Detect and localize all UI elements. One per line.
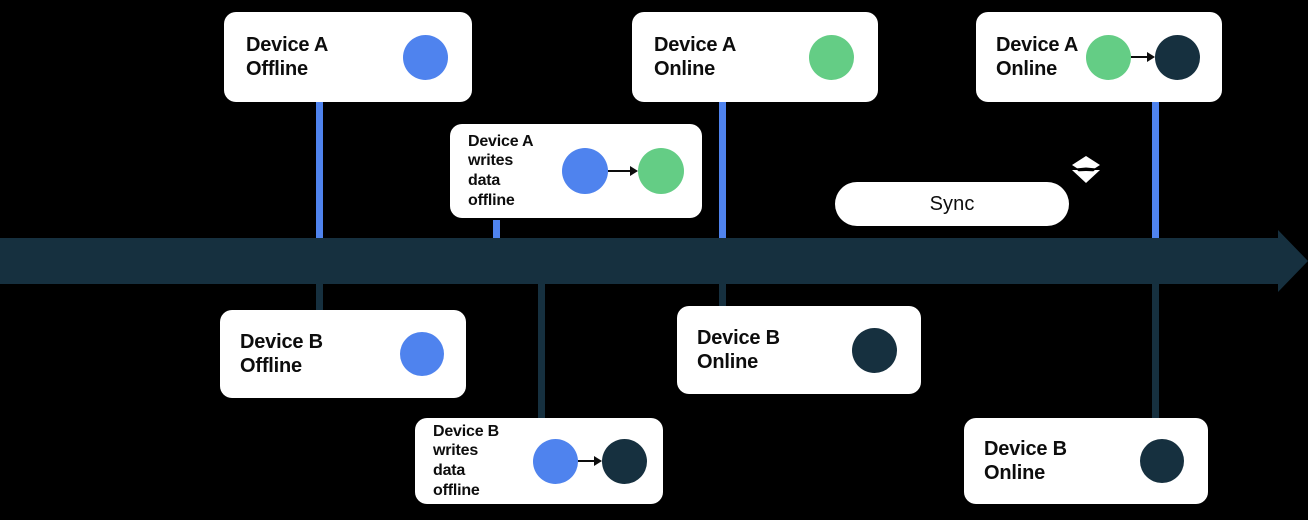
dot-blue [562, 148, 608, 194]
status-dots [533, 438, 647, 484]
connector-device-a-offline [316, 100, 323, 240]
connector-device-a-online [719, 100, 726, 240]
card-device-b-online-synced[interactable]: Device B Online [964, 418, 1208, 504]
card-device-a-writes-data-offline[interactable]: Device A writes data offline [450, 124, 702, 218]
dot-green [1086, 34, 1131, 80]
dot-blue [403, 34, 448, 80]
sync-label: Sync [929, 192, 975, 215]
timeline-bar [0, 238, 1278, 284]
card-device-b-offline-label: Device B Offline [240, 330, 323, 377]
status-dots [403, 34, 448, 80]
card-device-a-offline-label: Device A Offline [246, 33, 329, 80]
timeline-arrow-icon [1278, 230, 1308, 292]
transition-arrow-icon [578, 456, 602, 466]
connector-device-b-writes-offline [538, 282, 545, 420]
offline-sync-diagram: Sync Device A Offline Device A writes da… [0, 0, 1308, 520]
dot-navy [602, 438, 647, 484]
dot-blue [400, 332, 444, 376]
card-device-a-online-synced[interactable]: Device A Online [976, 12, 1222, 102]
dot-blue [533, 438, 578, 484]
transition-arrow-icon [608, 166, 638, 176]
card-device-b-online-synced-label: Device B Online [984, 437, 1067, 484]
connector-device-b-online-synced [1152, 282, 1159, 418]
status-dots [400, 332, 444, 376]
status-dots [562, 148, 684, 194]
status-dots [809, 34, 854, 80]
dot-navy [1140, 439, 1184, 483]
dot-green [638, 148, 684, 194]
card-device-a-online[interactable]: Device A Online [632, 12, 878, 102]
connector-device-b-online [719, 282, 726, 308]
status-dots [1086, 34, 1200, 80]
layers-icon [1068, 152, 1104, 188]
transition-arrow-icon [1131, 52, 1155, 62]
card-device-b-online-label: Device B Online [697, 326, 780, 373]
dot-green [809, 34, 854, 80]
connector-device-b-offline [316, 282, 323, 312]
card-device-b-writes-data-offline[interactable]: Device B writes data offline [415, 418, 663, 504]
card-device-a-offline[interactable]: Device A Offline [224, 12, 472, 102]
sync-badge: Sync [835, 182, 1069, 226]
card-device-b-online[interactable]: Device B Online [677, 306, 921, 394]
dot-navy [1155, 34, 1200, 80]
card-device-a-writes-data-offline-label: Device A writes data offline [468, 132, 534, 209]
card-device-a-online-synced-label: Device A Online [996, 33, 1079, 80]
connector-device-a-online-synced [1152, 100, 1159, 240]
card-device-b-offline[interactable]: Device B Offline [220, 310, 466, 398]
card-device-b-writes-data-offline-label: Device B writes data offline [433, 422, 499, 499]
card-device-a-online-label: Device A Online [654, 33, 737, 80]
status-dots [1140, 439, 1184, 483]
status-dots [852, 327, 897, 373]
dot-navy [852, 327, 897, 373]
